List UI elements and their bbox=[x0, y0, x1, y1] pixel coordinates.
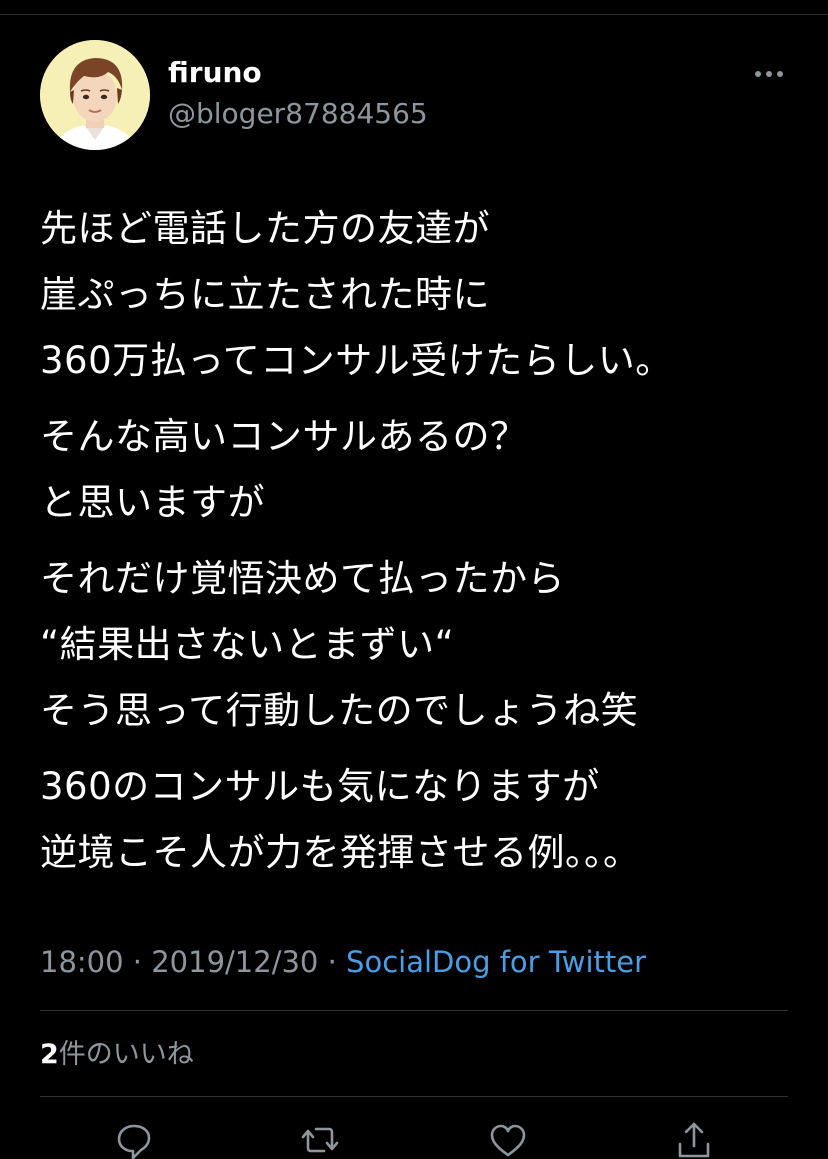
tweet-meta: 18:00 · 2019/12/30 · SocialDog for Twitt… bbox=[40, 942, 646, 982]
retweet-icon[interactable] bbox=[298, 1118, 342, 1159]
tweet-line: それだけ覚悟決めて払ったから bbox=[40, 557, 565, 600]
user-handle[interactable]: @bloger87884565 bbox=[168, 97, 428, 131]
tweet-source-link[interactable]: SocialDog for Twitter bbox=[346, 945, 646, 979]
likes-count: 2 bbox=[40, 1039, 59, 1070]
tweet-line: そんな高いコンサルあるの？ bbox=[40, 415, 528, 458]
tweet-line: 逆境こそ人が力を発揮させる例。。。 bbox=[40, 831, 641, 874]
meta-separator: · bbox=[327, 945, 337, 979]
tweet-line: 先ほど電話した方の友達が bbox=[40, 207, 490, 250]
divider bbox=[40, 1096, 788, 1097]
meta-separator: · bbox=[132, 945, 143, 979]
reply-icon[interactable] bbox=[112, 1118, 156, 1159]
avatar-illustration bbox=[40, 40, 150, 150]
tweet-paragraph: 先ほど電話した方の友達が 崖ぷっちに立たされた時に 360万払ってコンサル受けた… bbox=[40, 196, 800, 394]
likes-label: 件のいいね bbox=[58, 1039, 194, 1070]
tweet-line: “結果出さないとまずい“ bbox=[40, 623, 455, 666]
heart-icon[interactable] bbox=[486, 1118, 530, 1159]
tweet-paragraph: そんな高いコンサルあるの？ と思いますが bbox=[40, 404, 800, 536]
tweet-line: そう思って行動したのでしょうね笑 bbox=[40, 689, 639, 732]
tweet-line: と思いますが bbox=[40, 481, 265, 524]
avatar[interactable] bbox=[40, 40, 150, 150]
tweet-text: 先ほど電話した方の友達が 崖ぷっちに立たされた時に 360万払ってコンサル受けた… bbox=[40, 196, 800, 896]
likes-summary[interactable]: 2件のいいね bbox=[40, 1035, 194, 1075]
tweet-detail-screen: firuno @bloger87884565 先ほど電話した方の友達が 崖ぷっち… bbox=[0, 0, 828, 1159]
top-divider bbox=[0, 14, 828, 15]
tweet-line: 崖ぷっちに立たされた時に bbox=[40, 273, 490, 316]
tweet-line: 360万払ってコンサル受けたらしい。 bbox=[40, 339, 673, 382]
tweet-date: 2019/12/30 bbox=[151, 945, 319, 979]
tweet-paragraph: それだけ覚悟決めて払ったから “結果出さないとまずい“ そう思って行動したのでし… bbox=[40, 546, 800, 744]
divider bbox=[40, 1010, 788, 1011]
tweet-time: 18:00 bbox=[40, 945, 124, 979]
tweet-paragraph: 360のコンサルも気になりますが 逆境こそ人が力を発揮させる例。。。 bbox=[40, 754, 800, 886]
more-horizontal-icon[interactable] bbox=[752, 62, 786, 86]
tweet-line: 360のコンサルも気になりますが bbox=[40, 765, 600, 808]
share-icon[interactable] bbox=[672, 1118, 716, 1159]
display-name[interactable]: firuno bbox=[168, 56, 262, 90]
